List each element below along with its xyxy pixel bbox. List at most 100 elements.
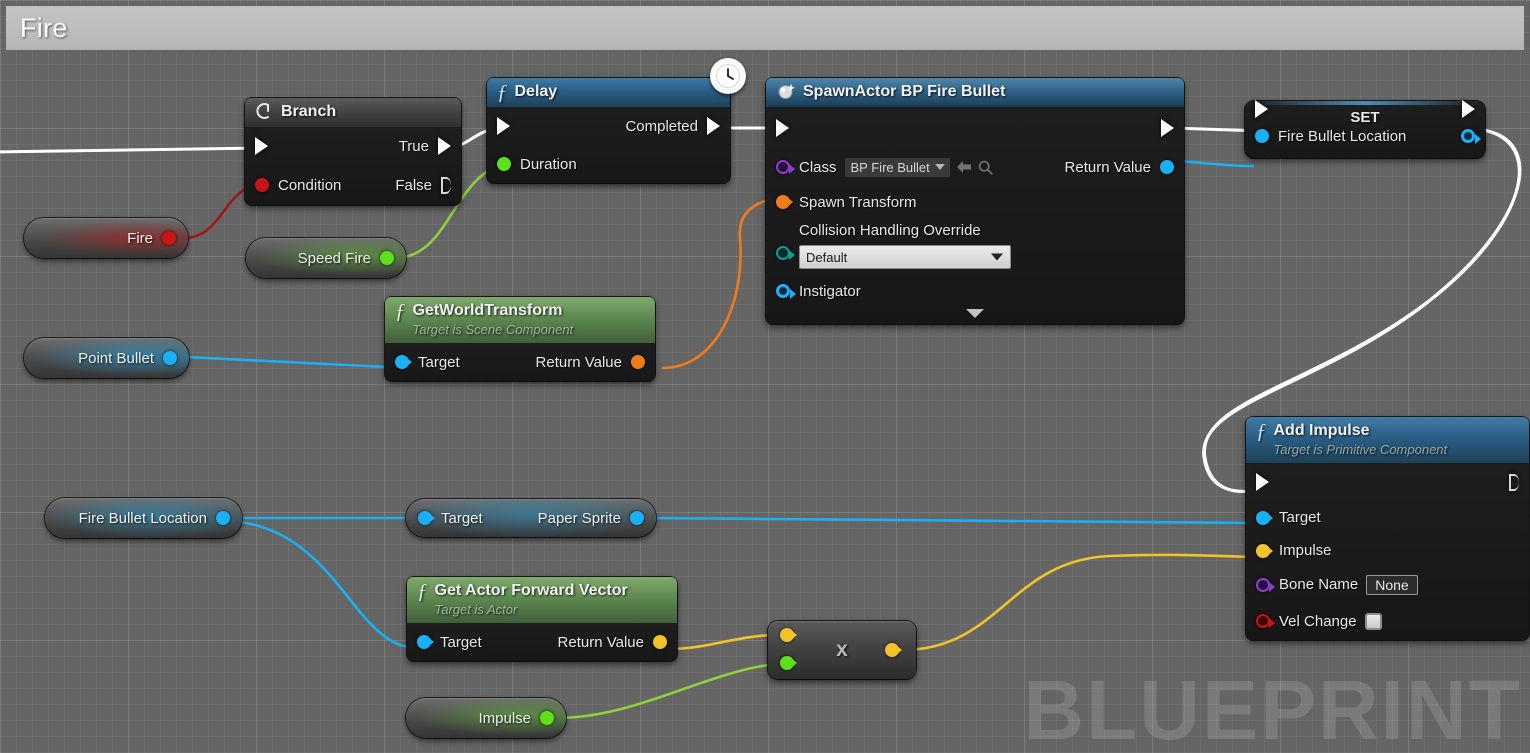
fire-out-pin[interactable] [162, 231, 176, 245]
expand-node-button[interactable] [766, 309, 1184, 324]
variable-get-speed-fire[interactable]: Speed Fire [246, 238, 406, 278]
variable-get-impulse[interactable]: Impulse [406, 698, 566, 738]
clock-icon [716, 64, 740, 88]
add-impulse-title: Add Impulse [1273, 422, 1370, 439]
exec-in-pin[interactable] [776, 119, 789, 137]
exec-out-false-pin[interactable] [441, 176, 451, 194]
spawn-transform-row: Spawn Transform [766, 185, 1184, 219]
node-paper-sprite[interactable]: Target Paper Sprite [406, 499, 656, 537]
chevron-down-icon [966, 309, 984, 318]
point-bullet-out-pin[interactable] [163, 351, 177, 365]
exec-out-true-pin[interactable] [438, 137, 451, 155]
add-impulse-subtitle: Target is Primitive Component [1273, 442, 1448, 457]
set-node-body: SET Fire Bullet Location [1245, 100, 1485, 158]
node-multiply[interactable]: x [768, 621, 916, 679]
graph-title-banner: Fire [6, 6, 1524, 50]
fire-bullet-location-out-pin[interactable] [216, 511, 230, 525]
duration-pin[interactable] [497, 157, 511, 171]
branch-exec-row: True [245, 127, 461, 165]
add-impulse-exec-row [1246, 463, 1529, 501]
return-value-pin[interactable] [653, 635, 667, 649]
target-pin[interactable] [395, 355, 412, 369]
branch-node-body: True Condition False [245, 127, 461, 205]
exec-out-completed-pin[interactable] [707, 117, 720, 135]
browse-back-icon[interactable] [956, 160, 973, 174]
bone-name-input[interactable]: None [1366, 574, 1418, 595]
gwt-target-label: Target [418, 353, 460, 371]
fire-bullet-location-in-pin[interactable] [1255, 129, 1269, 143]
vel-change-pin[interactable] [1256, 614, 1275, 628]
gafv-pin-row: Target Return Value [407, 623, 677, 661]
variable-get-fire[interactable]: Fire [24, 218, 188, 258]
collision-handling-pin[interactable] [776, 246, 795, 260]
exec-out-pin[interactable] [1509, 473, 1519, 491]
delay-exec-row: Completed [487, 107, 730, 145]
blueprint-watermark: BLUEPRINT [1023, 663, 1522, 753]
target-pin[interactable] [1256, 510, 1273, 525]
spawn-class-row: Class BP Fire Bullet Return Value [766, 149, 1184, 185]
bone-name-pin[interactable] [1256, 577, 1275, 592]
get-world-transform-title: GetWorldTransform [412, 302, 563, 319]
set-exec-row [1245, 100, 1485, 118]
spawn-transform-label: Spawn Transform [799, 193, 917, 211]
branch-condition-row: Condition False [245, 165, 461, 205]
gafv-title: Get Actor Forward Vector [434, 582, 628, 599]
paper-sprite-out-pin[interactable] [630, 511, 644, 525]
gafv-target-label: Target [440, 633, 482, 651]
blueprint-graph-canvas[interactable]: Fire BLUEPRINT Branch True Condition Fal… [0, 0, 1530, 753]
node-delay[interactable]: ƒ Delay Completed Duration [487, 78, 730, 183]
instigator-pin[interactable] [776, 284, 796, 299]
branch-node-header: Branch [245, 98, 461, 127]
add-impulse-bone-row: Bone Name None [1246, 567, 1529, 602]
class-pin[interactable] [776, 160, 795, 174]
node-spawn-actor[interactable]: SpawnActor BP Fire Bullet Class BP Fire … [766, 78, 1184, 324]
vel-change-checkbox[interactable] [1364, 612, 1382, 630]
variable-get-point-bullet[interactable]: Point Bullet [24, 338, 189, 378]
delay-duration-row: Duration [487, 145, 730, 183]
fire-bullet-location-out-pin[interactable] [1461, 129, 1481, 144]
exec-in-pin[interactable] [497, 117, 510, 135]
node-set-fire-bullet-location[interactable]: SET Fire Bullet Location [1245, 100, 1485, 158]
target-pin[interactable] [418, 511, 435, 525]
spawn-actor-node-header: SpawnActor BP Fire Bullet [766, 78, 1184, 107]
add-impulse-body: Target Impulse Bone Name None Vel Change [1246, 463, 1529, 640]
variable-get-fire-bullet-location[interactable]: Fire Bullet Location [45, 498, 242, 538]
target-pin[interactable] [417, 635, 434, 649]
gafv-subtitle: Target is Actor [434, 602, 518, 617]
add-impulse-target-label: Target [1279, 509, 1321, 526]
branch-true-label: True [398, 137, 429, 155]
class-dropdown-value: BP Fire Bullet [850, 159, 930, 175]
exec-in-pin[interactable] [255, 137, 268, 155]
return-value-pin[interactable] [631, 355, 645, 369]
gafv-return-value-label: Return Value [557, 633, 644, 651]
node-branch[interactable]: Branch True Condition False [245, 98, 461, 205]
add-impulse-bone-label: Bone Name [1279, 576, 1359, 593]
multiply-output-pin[interactable] [885, 643, 902, 657]
delay-node-header: ƒ Delay [487, 78, 730, 107]
spawn-return-value-label: Return Value [1064, 158, 1151, 176]
node-add-impulse[interactable]: ƒ Add Impulse Target is Primitive Compon… [1246, 417, 1529, 640]
chevron-down-icon [934, 164, 945, 170]
return-value-pin[interactable] [1160, 160, 1174, 174]
impulse-out-pin[interactable] [540, 711, 554, 725]
exec-in-pin[interactable] [1256, 473, 1269, 491]
node-get-world-transform[interactable]: ƒ GetWorldTransform Target is Scene Comp… [385, 297, 655, 381]
exec-out-pin[interactable] [1161, 119, 1174, 137]
variable-point-bullet-label: Point Bullet [78, 349, 154, 367]
spawn-actor-node-body: Class BP Fire Bullet Return Value Spawn … [766, 107, 1184, 324]
add-impulse-velchange-row: Vel Change [1246, 602, 1529, 640]
collision-handling-dropdown[interactable]: Default [799, 245, 1011, 269]
impulse-pin[interactable] [1256, 543, 1273, 558]
search-icon[interactable] [978, 160, 993, 175]
spawn-transform-pin[interactable] [776, 195, 793, 209]
variable-speed-fire-label: Speed Fire [297, 249, 371, 267]
spawn-class-label: Class [799, 158, 837, 176]
add-impulse-impulse-label: Impulse [1279, 542, 1332, 559]
gwt-pin-row: Target Return Value [385, 343, 655, 381]
condition-pin[interactable] [255, 178, 269, 192]
variable-fire-bullet-location-label: Fire Bullet Location [78, 509, 207, 527]
node-get-actor-forward-vector[interactable]: ƒ Get Actor Forward Vector Target is Act… [407, 577, 677, 661]
speed-fire-out-pin[interactable] [380, 251, 394, 265]
spawn-exec-row [766, 107, 1184, 149]
class-dropdown[interactable]: BP Fire Bullet [844, 157, 950, 177]
